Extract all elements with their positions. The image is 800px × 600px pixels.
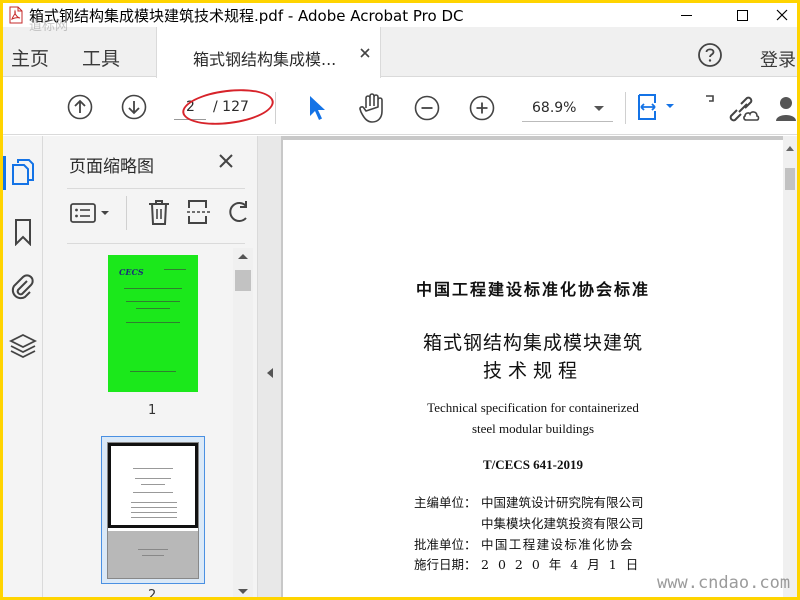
panel-title: 页面缩略图 — [69, 157, 154, 177]
document-tab-label: 箱式钢结构集成模... — [193, 50, 337, 69]
watermark: www.cndao.com — [657, 573, 791, 593]
zoom-value: 68.9% — [532, 100, 577, 116]
tab-tools[interactable]: 工具 — [82, 44, 120, 71]
fit-page-icon[interactable] — [635, 91, 683, 123]
bookmark-icon[interactable] — [13, 218, 33, 246]
rotate-icon[interactable] — [226, 199, 250, 225]
scroll-up-icon[interactable] — [238, 254, 248, 259]
panel-divider — [67, 243, 245, 244]
collapse-panel-icon[interactable] — [267, 368, 273, 378]
page-view-frame — [108, 443, 198, 528]
english-title-line-1: Technical specification for containerize… — [427, 400, 639, 415]
panel-scrollbar[interactable] — [233, 248, 253, 597]
tab-bar: 主页 工具 箱式钢结构集成模... 登录 — [3, 27, 797, 78]
standard-code: T/CECS 641-2019 — [482, 457, 584, 472]
close-panel-icon[interactable] — [218, 153, 234, 169]
page-thumbnails-icon[interactable] — [11, 158, 35, 186]
close-icon — [776, 9, 788, 21]
previous-page-icon[interactable] — [67, 94, 93, 120]
extract-pages-icon[interactable] — [186, 198, 212, 226]
watermark: 道标网 — [29, 19, 69, 34]
pdf-file-icon — [9, 6, 23, 24]
toolbar-divider — [625, 92, 626, 124]
standard-organization: 中国工程建设标准化协会标准 — [415, 280, 650, 299]
chief-editor-2: 中集模块化建筑投资有限公司 — [481, 516, 644, 531]
sign-in-link[interactable]: 登录 — [760, 46, 796, 72]
active-rail-indicator — [3, 156, 6, 190]
help-icon[interactable] — [697, 42, 723, 68]
scroll-down-icon[interactable] — [238, 589, 248, 594]
scrollbar-thumb[interactable] — [785, 168, 795, 190]
layers-icon[interactable] — [9, 332, 37, 360]
window-title: 箱式钢结构集成模块建筑技术规程.pdf - Adobe Acrobat Pro … — [29, 7, 464, 25]
approver: 中国工程建设标准化协会 — [481, 537, 634, 552]
trash-icon[interactable] — [147, 198, 171, 226]
chevron-down-icon — [594, 106, 604, 111]
document-title-line-1: 箱式钢结构集成模块建筑 — [422, 332, 643, 354]
page-lower-area — [108, 531, 198, 578]
scrollbar-thumb[interactable] — [235, 270, 251, 291]
panel-splitter[interactable] — [257, 136, 281, 597]
effective-date: 2020年4月1日 — [481, 557, 648, 572]
document-title-line-2: 技术规程 — [482, 360, 583, 382]
chief-editor-label: 主编单位： — [414, 495, 477, 510]
close-tab-icon[interactable] — [358, 46, 372, 60]
maximize-icon — [736, 9, 748, 21]
minimize-icon — [680, 14, 692, 16]
cecs-logo: CECS — [119, 267, 144, 277]
more-tools-icon[interactable] — [705, 94, 715, 108]
user-icon[interactable] — [775, 94, 797, 122]
tab-home[interactable]: 主页 — [11, 44, 49, 71]
zoom-out-icon[interactable] — [414, 95, 440, 121]
share-link-icon[interactable] — [727, 92, 761, 122]
page-thumbnail-2[interactable] — [107, 442, 199, 579]
toolbar-divider — [275, 92, 276, 124]
minimize-button[interactable] — [663, 3, 709, 27]
navigation-rail — [3, 136, 43, 597]
tab-document[interactable]: 箱式钢结构集成模... — [156, 27, 381, 78]
attachment-icon[interactable] — [11, 272, 35, 302]
next-page-icon[interactable] — [121, 94, 147, 120]
select-cursor-icon[interactable] — [305, 94, 327, 122]
approver-label: 批准单位： — [414, 537, 477, 552]
close-window-button[interactable] — [759, 3, 797, 27]
thumbnail-options-icon[interactable] — [70, 202, 116, 224]
scroll-up-icon[interactable] — [786, 146, 794, 151]
acrobat-window: 箱式钢结构集成模块建筑技术规程.pdf - Adobe Acrobat Pro … — [3, 3, 797, 597]
page-thumbnail-1[interactable]: CECS — [108, 255, 198, 392]
chief-editor-1: 中国建筑设计研究院有限公司 — [481, 495, 644, 510]
zoom-select[interactable]: 68.9% — [522, 94, 613, 122]
thumbnails-panel: 页面缩略图 CECS 1 2 — [43, 136, 257, 597]
title-bar: 箱式钢结构集成模块建筑技术规程.pdf - Adobe Acrobat Pro … — [3, 3, 797, 27]
thumbnail-page-label: 1 — [148, 403, 157, 418]
document-scrollbar[interactable] — [783, 136, 797, 597]
pdf-page: 中国工程建设标准化协会标准 箱式钢结构集成模块建筑 技术规程 Technical… — [283, 140, 783, 597]
toolbar-divider — [126, 196, 127, 230]
panel-divider — [67, 188, 245, 189]
zoom-in-icon[interactable] — [469, 95, 495, 121]
document-view: 中国工程建设标准化协会标准 箱式钢结构集成模块建筑 技术规程 Technical… — [281, 136, 797, 597]
main-toolbar: 2 / 127 68.9% — [3, 78, 797, 135]
thumbnail-page-label: 2 — [148, 588, 157, 597]
english-title-line-2: steel modular buildings — [471, 421, 595, 436]
effective-date-label: 施行日期： — [414, 557, 477, 572]
hand-tool-icon[interactable] — [357, 92, 387, 124]
